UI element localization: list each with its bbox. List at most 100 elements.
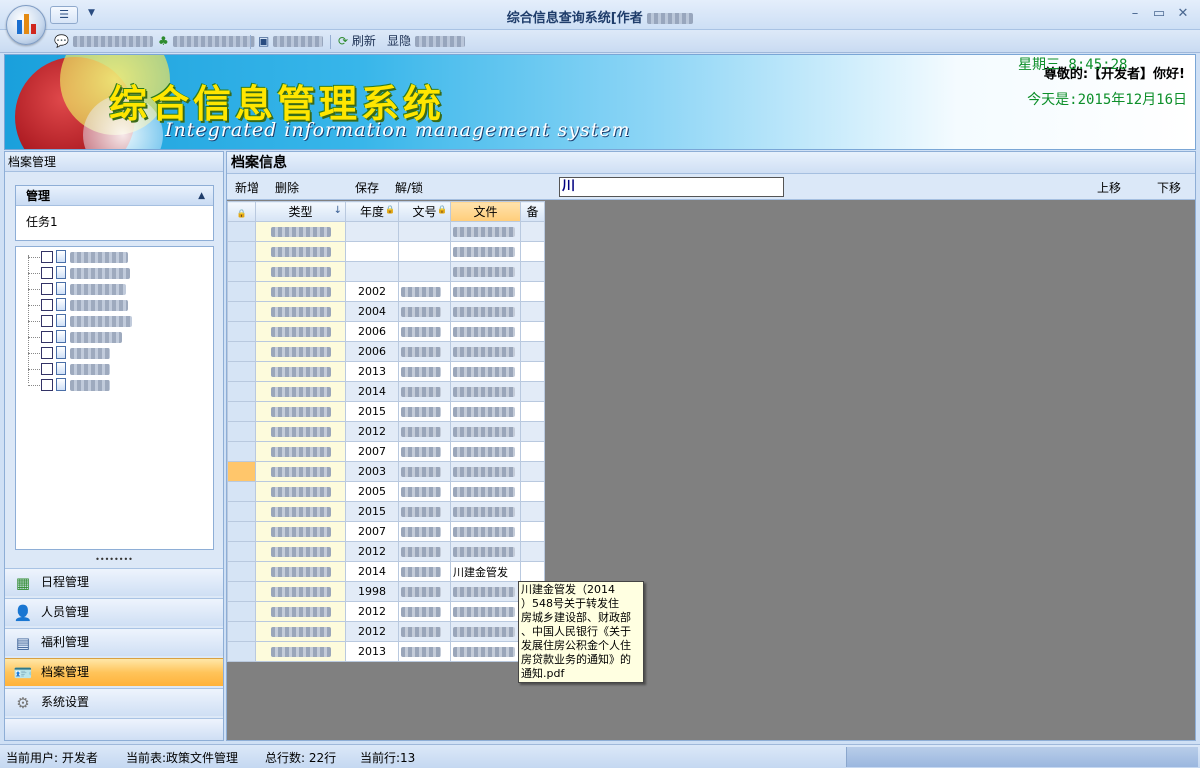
manage-group-header[interactable]: 管理 ▲ bbox=[16, 186, 213, 206]
file-cell[interactable] bbox=[450, 461, 521, 482]
table-row[interactable]: 2003 bbox=[227, 461, 545, 482]
table-row[interactable]: 2012 bbox=[227, 601, 545, 622]
table-row[interactable]: 2015 bbox=[227, 501, 545, 522]
remark-cell[interactable] bbox=[520, 261, 545, 282]
tree-checkbox[interactable] bbox=[41, 315, 53, 327]
type-cell[interactable] bbox=[255, 301, 346, 322]
year-cell[interactable]: 2007 bbox=[345, 521, 399, 542]
nav-welfare[interactable]: ▤ 福利管理 bbox=[5, 628, 223, 656]
show-hide-button[interactable]: 显隐 bbox=[387, 33, 465, 50]
table-row[interactable]: 2012 bbox=[227, 421, 545, 442]
tree-checkbox[interactable] bbox=[41, 267, 53, 279]
row-header[interactable] bbox=[227, 221, 256, 242]
file-cell[interactable] bbox=[450, 221, 521, 242]
year-cell[interactable]: 2014 bbox=[345, 561, 399, 582]
tree-checkbox[interactable] bbox=[41, 347, 53, 359]
row-header[interactable] bbox=[227, 361, 256, 382]
year-cell[interactable]: 2003 bbox=[345, 461, 399, 482]
table-row[interactable]: 2004 bbox=[227, 301, 545, 322]
task-item[interactable]: 任务1 bbox=[16, 206, 213, 237]
file-cell[interactable] bbox=[450, 241, 521, 262]
close-button[interactable]: ✕ bbox=[1172, 6, 1194, 22]
collapse-caret-icon[interactable]: ▲ bbox=[198, 186, 205, 206]
type-cell[interactable] bbox=[255, 381, 346, 402]
remark-cell[interactable] bbox=[520, 421, 545, 442]
remark-cell[interactable] bbox=[520, 221, 545, 242]
file-cell[interactable] bbox=[450, 281, 521, 302]
year-cell[interactable]: 2014 bbox=[345, 381, 399, 402]
tree-checkbox[interactable] bbox=[41, 379, 53, 391]
row-header[interactable] bbox=[227, 301, 256, 322]
table-row[interactable]: 1998 bbox=[227, 581, 545, 602]
add-button[interactable]: 新增 bbox=[235, 179, 259, 196]
table-row[interactable]: 2013 bbox=[227, 361, 545, 382]
row-header[interactable] bbox=[227, 281, 256, 302]
doc-number-cell[interactable] bbox=[398, 381, 451, 402]
file-cell[interactable] bbox=[450, 441, 521, 462]
type-cell[interactable] bbox=[255, 521, 346, 542]
tool-button-3[interactable]: ▣ bbox=[258, 33, 324, 50]
search-input[interactable]: 川 bbox=[559, 177, 784, 197]
row-header[interactable] bbox=[227, 441, 256, 462]
year-cell[interactable]: 2006 bbox=[345, 321, 399, 342]
file-cell[interactable] bbox=[450, 621, 521, 642]
doc-number-cell[interactable] bbox=[398, 621, 451, 642]
doc-number-cell[interactable] bbox=[398, 341, 451, 362]
tool-button-2[interactable]: ♣ bbox=[158, 33, 255, 50]
doc-number-cell[interactable] bbox=[398, 321, 451, 342]
year-cell[interactable]: 2012 bbox=[345, 601, 399, 622]
type-cell[interactable] bbox=[255, 261, 346, 282]
file-cell[interactable] bbox=[450, 321, 521, 342]
row-header[interactable] bbox=[227, 581, 256, 602]
row-header[interactable] bbox=[227, 541, 256, 562]
year-cell[interactable] bbox=[345, 241, 399, 262]
row-header[interactable] bbox=[227, 641, 256, 662]
year-cell[interactable]: 2015 bbox=[345, 501, 399, 522]
row-header[interactable] bbox=[227, 401, 256, 422]
remark-cell[interactable] bbox=[520, 441, 545, 462]
year-cell[interactable]: 2005 bbox=[345, 481, 399, 502]
type-cell[interactable] bbox=[255, 401, 346, 422]
file-cell[interactable] bbox=[450, 641, 521, 662]
remark-cell[interactable] bbox=[520, 401, 545, 422]
file-cell[interactable] bbox=[450, 521, 521, 542]
tree-checkbox[interactable] bbox=[41, 299, 53, 311]
row-header[interactable] bbox=[227, 561, 256, 582]
column-header-remark[interactable]: 备 bbox=[520, 201, 545, 222]
year-cell[interactable] bbox=[345, 221, 399, 242]
type-cell[interactable] bbox=[255, 461, 346, 482]
remark-cell[interactable] bbox=[520, 521, 545, 542]
row-header[interactable] bbox=[227, 461, 256, 482]
maximize-button[interactable]: ▭ bbox=[1148, 6, 1170, 22]
move-down-button[interactable]: 下移 bbox=[1157, 179, 1181, 196]
year-cell[interactable]: 2002 bbox=[345, 281, 399, 302]
year-cell[interactable] bbox=[345, 261, 399, 282]
column-header-type[interactable]: 类型 ↓ bbox=[255, 201, 346, 222]
row-header[interactable] bbox=[227, 321, 256, 342]
table-row[interactable] bbox=[227, 221, 545, 242]
type-cell[interactable] bbox=[255, 421, 346, 442]
table-row[interactable] bbox=[227, 241, 545, 262]
chat-tool-button[interactable]: 💬 bbox=[54, 33, 153, 50]
nav-personnel[interactable]: 👤 人员管理 bbox=[5, 598, 223, 626]
year-cell[interactable]: 2015 bbox=[345, 401, 399, 422]
year-cell[interactable]: 2012 bbox=[345, 541, 399, 562]
year-cell[interactable]: 2012 bbox=[345, 421, 399, 442]
doc-number-cell[interactable] bbox=[398, 541, 451, 562]
lock-toggle-button[interactable]: 解/锁 bbox=[395, 179, 423, 196]
remark-cell[interactable] bbox=[520, 541, 545, 562]
type-cell[interactable] bbox=[255, 581, 346, 602]
table-row[interactable]: 2012 bbox=[227, 621, 545, 642]
doc-number-cell[interactable] bbox=[398, 461, 451, 482]
year-cell[interactable]: 2013 bbox=[345, 641, 399, 662]
year-cell[interactable]: 2004 bbox=[345, 301, 399, 322]
table-row[interactable]: 2005 bbox=[227, 481, 545, 502]
table-row[interactable]: 2006 bbox=[227, 341, 545, 362]
app-menu-orb[interactable] bbox=[6, 5, 46, 45]
row-header[interactable] bbox=[227, 621, 256, 642]
save-button[interactable]: 保存 bbox=[355, 179, 379, 196]
file-cell[interactable] bbox=[450, 541, 521, 562]
doc-number-cell[interactable] bbox=[398, 441, 451, 462]
remark-cell[interactable] bbox=[520, 361, 545, 382]
table-row[interactable] bbox=[227, 261, 545, 282]
